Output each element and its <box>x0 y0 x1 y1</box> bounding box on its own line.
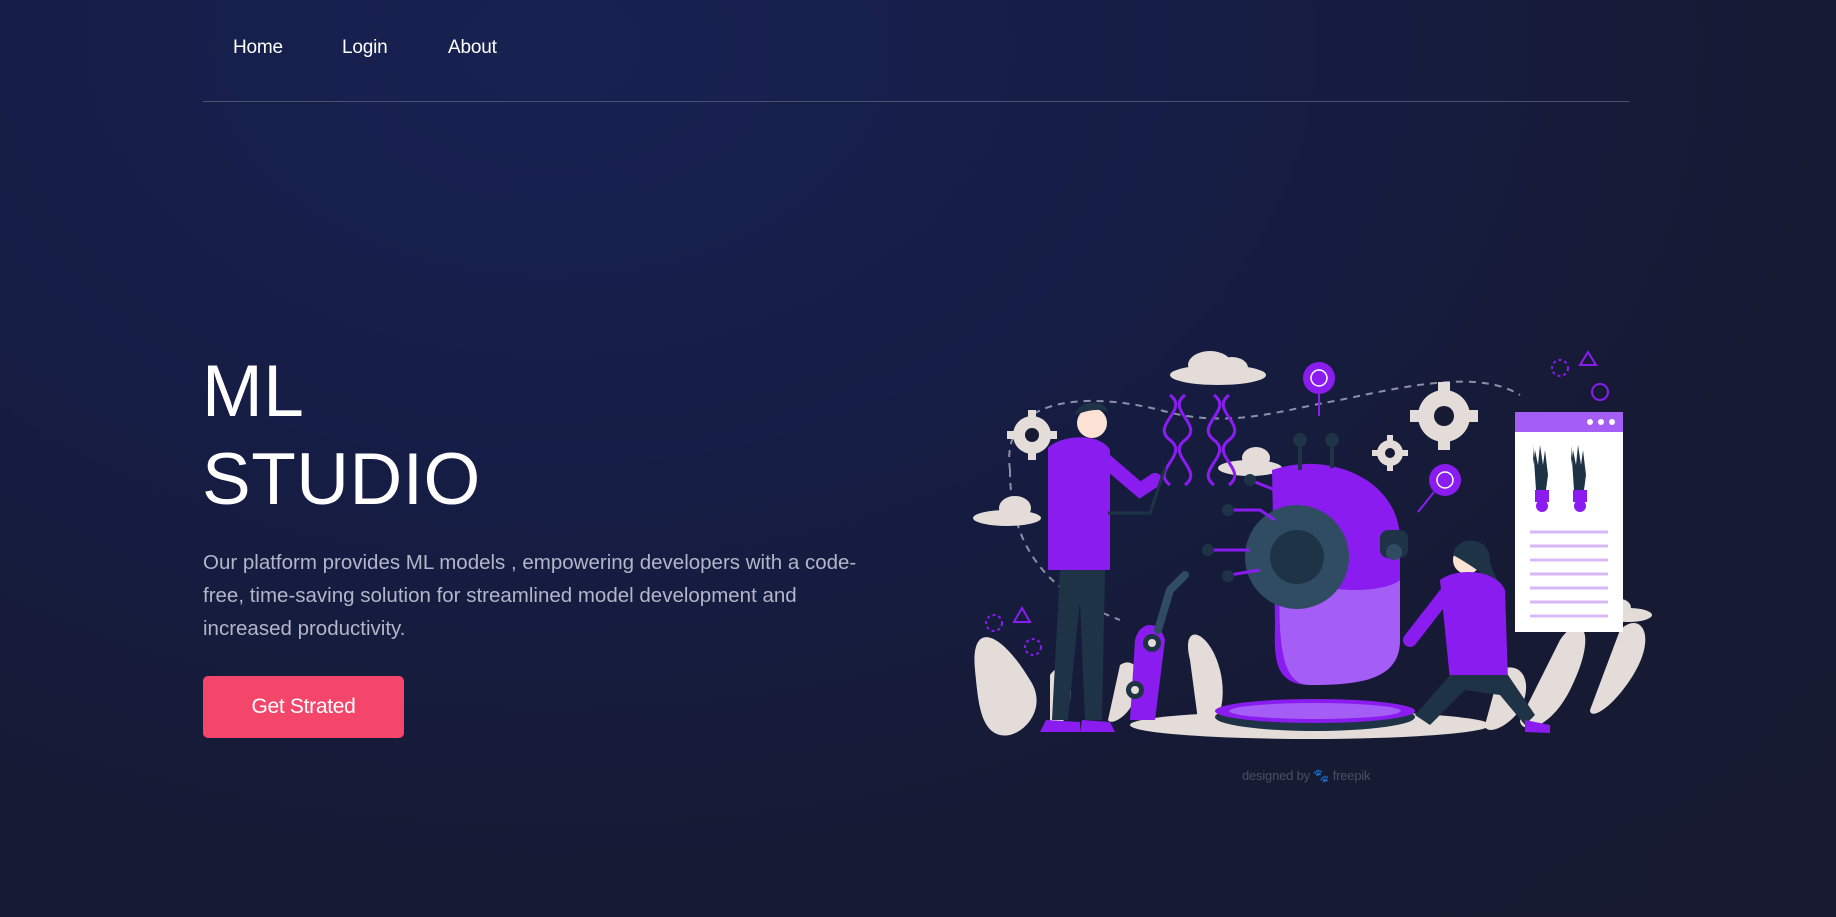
globe-icon <box>1303 362 1335 416</box>
gear-icon <box>1410 382 1478 450</box>
hero-title-line-2: STUDIO <box>202 439 481 520</box>
gear-icon <box>1372 435 1408 471</box>
globe-icon <box>1417 464 1461 513</box>
cloud-icon <box>1170 351 1266 385</box>
get-started-button[interactable]: Get Strated <box>203 676 404 738</box>
hero-title: ML STUDIO <box>202 348 481 524</box>
hero-title-line-1: ML <box>202 351 305 432</box>
nav-home-link[interactable]: Home <box>233 37 283 59</box>
hero-description: Our platform provides ML models , empowe… <box>203 551 857 640</box>
nav-login-link[interactable]: Login <box>342 37 388 59</box>
cloud-icon <box>973 496 1041 526</box>
ml-illustration <box>973 350 1652 739</box>
illustration-credit: designed by 🐾 freepik <box>1242 768 1371 783</box>
robot-arm <box>1126 571 1189 720</box>
browser-card <box>1515 412 1623 632</box>
top-nav: Home Login About <box>203 0 1629 102</box>
nav-about-link[interactable]: About <box>448 37 497 59</box>
